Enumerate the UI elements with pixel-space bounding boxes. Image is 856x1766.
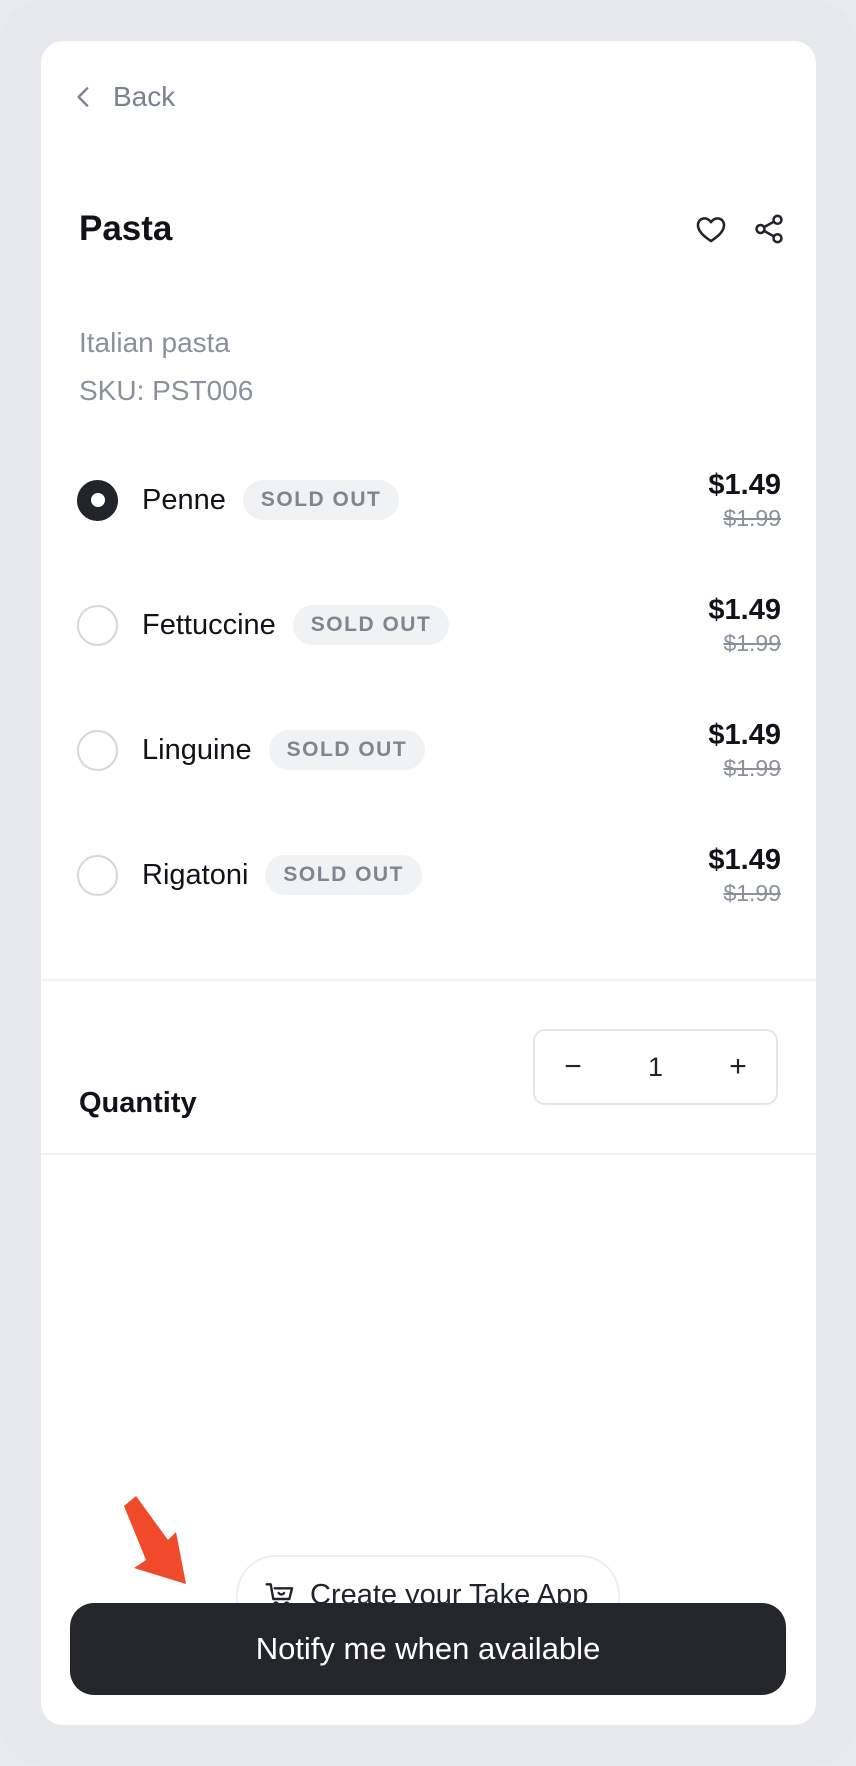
variant-name: Linguine [142,733,252,766]
sold-out-badge: SOLD OUT [292,605,450,645]
variant-prices: $1.49 $1.99 [708,592,781,658]
section-divider [41,1153,816,1155]
variant-radio[interactable] [77,729,118,771]
back-button[interactable]: Back [71,75,175,119]
variant-option-linguine[interactable]: Linguine SOLD OUT $1.49 $1.99 [77,705,781,795]
variant-old-price: $1.99 [723,630,781,656]
variant-price: $1.49 [708,719,781,751]
variant-option-rigatoni[interactable]: Rigatoni SOLD OUT $1.49 $1.99 [77,830,781,920]
quantity-label: Quantity [79,1087,197,1119]
variant-prices: $1.49 $1.99 [708,842,781,908]
variant-prices: $1.49 $1.99 [708,467,781,533]
chevron-left-icon [77,87,89,107]
product-card: Back Pasta Italian pasta SKU: PST006 Pen… [41,41,816,1725]
variant-price: $1.49 [708,844,781,876]
variant-old-price: $1.99 [723,880,781,906]
variant-old-price: $1.99 [723,755,781,781]
variant-price: $1.49 [708,469,781,501]
decrement-button[interactable]: − [535,1031,611,1103]
variant-name: Rigatoni [142,858,249,891]
sold-out-badge: SOLD OUT [265,855,422,895]
variant-radio[interactable] [77,854,118,896]
variant-name: Penne [142,483,226,516]
sold-out-badge: SOLD OUT [242,480,400,520]
arrow-icon [124,1496,186,1584]
variant-option-penne[interactable]: Penne SOLD OUT $1.49 $1.99 [77,455,781,545]
product-description: Italian pasta [79,327,230,358]
sold-out-badge: SOLD OUT [268,730,426,770]
variant-price: $1.49 [708,594,781,626]
heart-icon [696,217,726,243]
product-title: Pasta [79,209,173,248]
quantity-stepper: − 1 + [533,1029,778,1105]
back-label: Back [113,81,176,112]
product-sku: SKU: PST006 [79,375,254,406]
variant-old-price: $1.99 [723,505,781,531]
variant-radio-selected[interactable] [77,479,118,521]
notify-me-button[interactable]: Notify me when available [70,1603,786,1695]
favorite-button[interactable] [689,207,733,251]
share-button[interactable] [747,207,791,251]
variant-radio[interactable] [77,604,118,646]
section-divider [41,979,816,981]
variant-option-fettuccine[interactable]: Fettuccine SOLD OUT $1.49 $1.99 [77,580,781,670]
share-icon [755,214,783,244]
variant-name: Fettuccine [142,608,276,641]
increment-button[interactable]: + [700,1031,776,1103]
variant-prices: $1.49 $1.99 [708,717,781,783]
quantity-value: 1 [647,1051,664,1082]
